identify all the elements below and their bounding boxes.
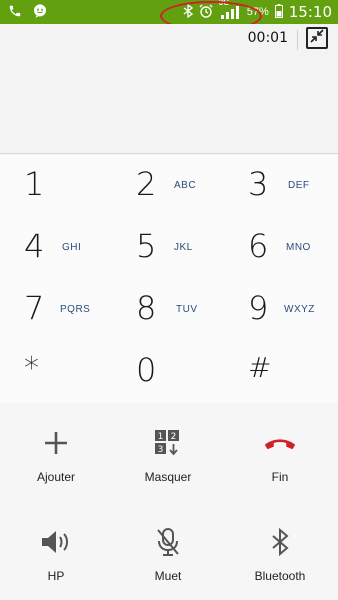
- dialpad: 1 2 ABC 3 DEF 4 GHI 5 JKL 6 MNO 7 PQRS 8…: [0, 155, 338, 402]
- call-timer: 00:01: [247, 30, 288, 46]
- call-info-area: 00:01: [0, 24, 338, 154]
- bluetooth-button[interactable]: Bluetooth: [224, 501, 336, 600]
- mute-button[interactable]: Muet: [112, 501, 224, 600]
- key-digit: 8: [136, 289, 157, 327]
- shrink-icon: [310, 28, 324, 48]
- minimize-call-button[interactable]: [306, 27, 328, 49]
- keypad-icon: 1 2 3: [151, 426, 185, 460]
- end-call-label: Fin: [271, 470, 289, 484]
- key-4[interactable]: 4 GHI: [0, 217, 112, 279]
- key-letters: WXYZ: [284, 304, 315, 315]
- phone-icon: [8, 4, 22, 23]
- add-call-button[interactable]: Ajouter: [0, 402, 112, 501]
- hide-keypad-button[interactable]: 1 2 3 Masquer: [112, 402, 224, 501]
- key-6[interactable]: 6 MNO: [224, 217, 336, 279]
- key-hash[interactable]: #: [224, 341, 336, 403]
- key-digit: 1: [24, 165, 45, 203]
- key-5[interactable]: 5 JKL: [112, 217, 224, 279]
- messenger-icon: [32, 3, 48, 24]
- svg-text:2: 2: [171, 432, 177, 442]
- svg-text:3: 3: [158, 445, 164, 455]
- key-letters: GHI: [62, 242, 82, 253]
- mute-mic-icon: [151, 525, 185, 559]
- hide-keypad-label: Masquer: [144, 470, 192, 484]
- key-digit: 6: [248, 227, 269, 265]
- end-call-icon: [263, 426, 297, 460]
- divider: [297, 30, 298, 50]
- key-letters: MNO: [286, 242, 311, 253]
- speaker-button[interactable]: HP: [0, 501, 112, 600]
- key-letters: ABC: [174, 180, 197, 191]
- key-digit: 3: [248, 165, 269, 203]
- key-8[interactable]: 8 TUV: [112, 279, 224, 341]
- key-letters: JKL: [174, 242, 193, 253]
- svg-text:1: 1: [158, 432, 164, 442]
- end-call-button[interactable]: Fin: [224, 402, 336, 501]
- key-digit: 7: [24, 289, 45, 327]
- key-letters: PQRS: [60, 304, 91, 315]
- key-digit: 2: [136, 165, 157, 203]
- key-digit: 0: [136, 351, 157, 389]
- key-0[interactable]: 0: [112, 341, 224, 403]
- key-letters: TUV: [176, 304, 198, 315]
- key-2[interactable]: 2 ABC: [112, 155, 224, 217]
- bluetooth-label: Bluetooth: [254, 569, 306, 583]
- mute-label: Muet: [154, 569, 182, 583]
- key-7[interactable]: 7 PQRS: [0, 279, 112, 341]
- bluetooth-icon: [263, 525, 297, 559]
- key-3[interactable]: 3 DEF: [224, 155, 336, 217]
- call-actions: Ajouter 1 2 3 Masquer Fin HP Muet Blueto…: [0, 402, 338, 600]
- key-1[interactable]: 1: [0, 155, 112, 217]
- clock: 15:10: [288, 3, 332, 21]
- key-9[interactable]: 9 WXYZ: [224, 279, 336, 341]
- key-digit: 4: [24, 227, 45, 265]
- key-star[interactable]: *: [0, 341, 112, 403]
- speaker-icon: [39, 525, 73, 559]
- key-digit: #: [248, 351, 272, 384]
- add-call-label: Ajouter: [36, 470, 76, 484]
- battery-icon: [274, 3, 283, 21]
- speaker-label: HP: [47, 569, 65, 583]
- key-digit: 9: [248, 289, 269, 327]
- key-digit: 5: [136, 227, 157, 265]
- key-letters: DEF: [288, 180, 310, 191]
- status-bar: 3G 57% 15:10: [0, 0, 338, 31]
- plus-icon: [39, 426, 73, 460]
- key-digit: *: [24, 351, 39, 386]
